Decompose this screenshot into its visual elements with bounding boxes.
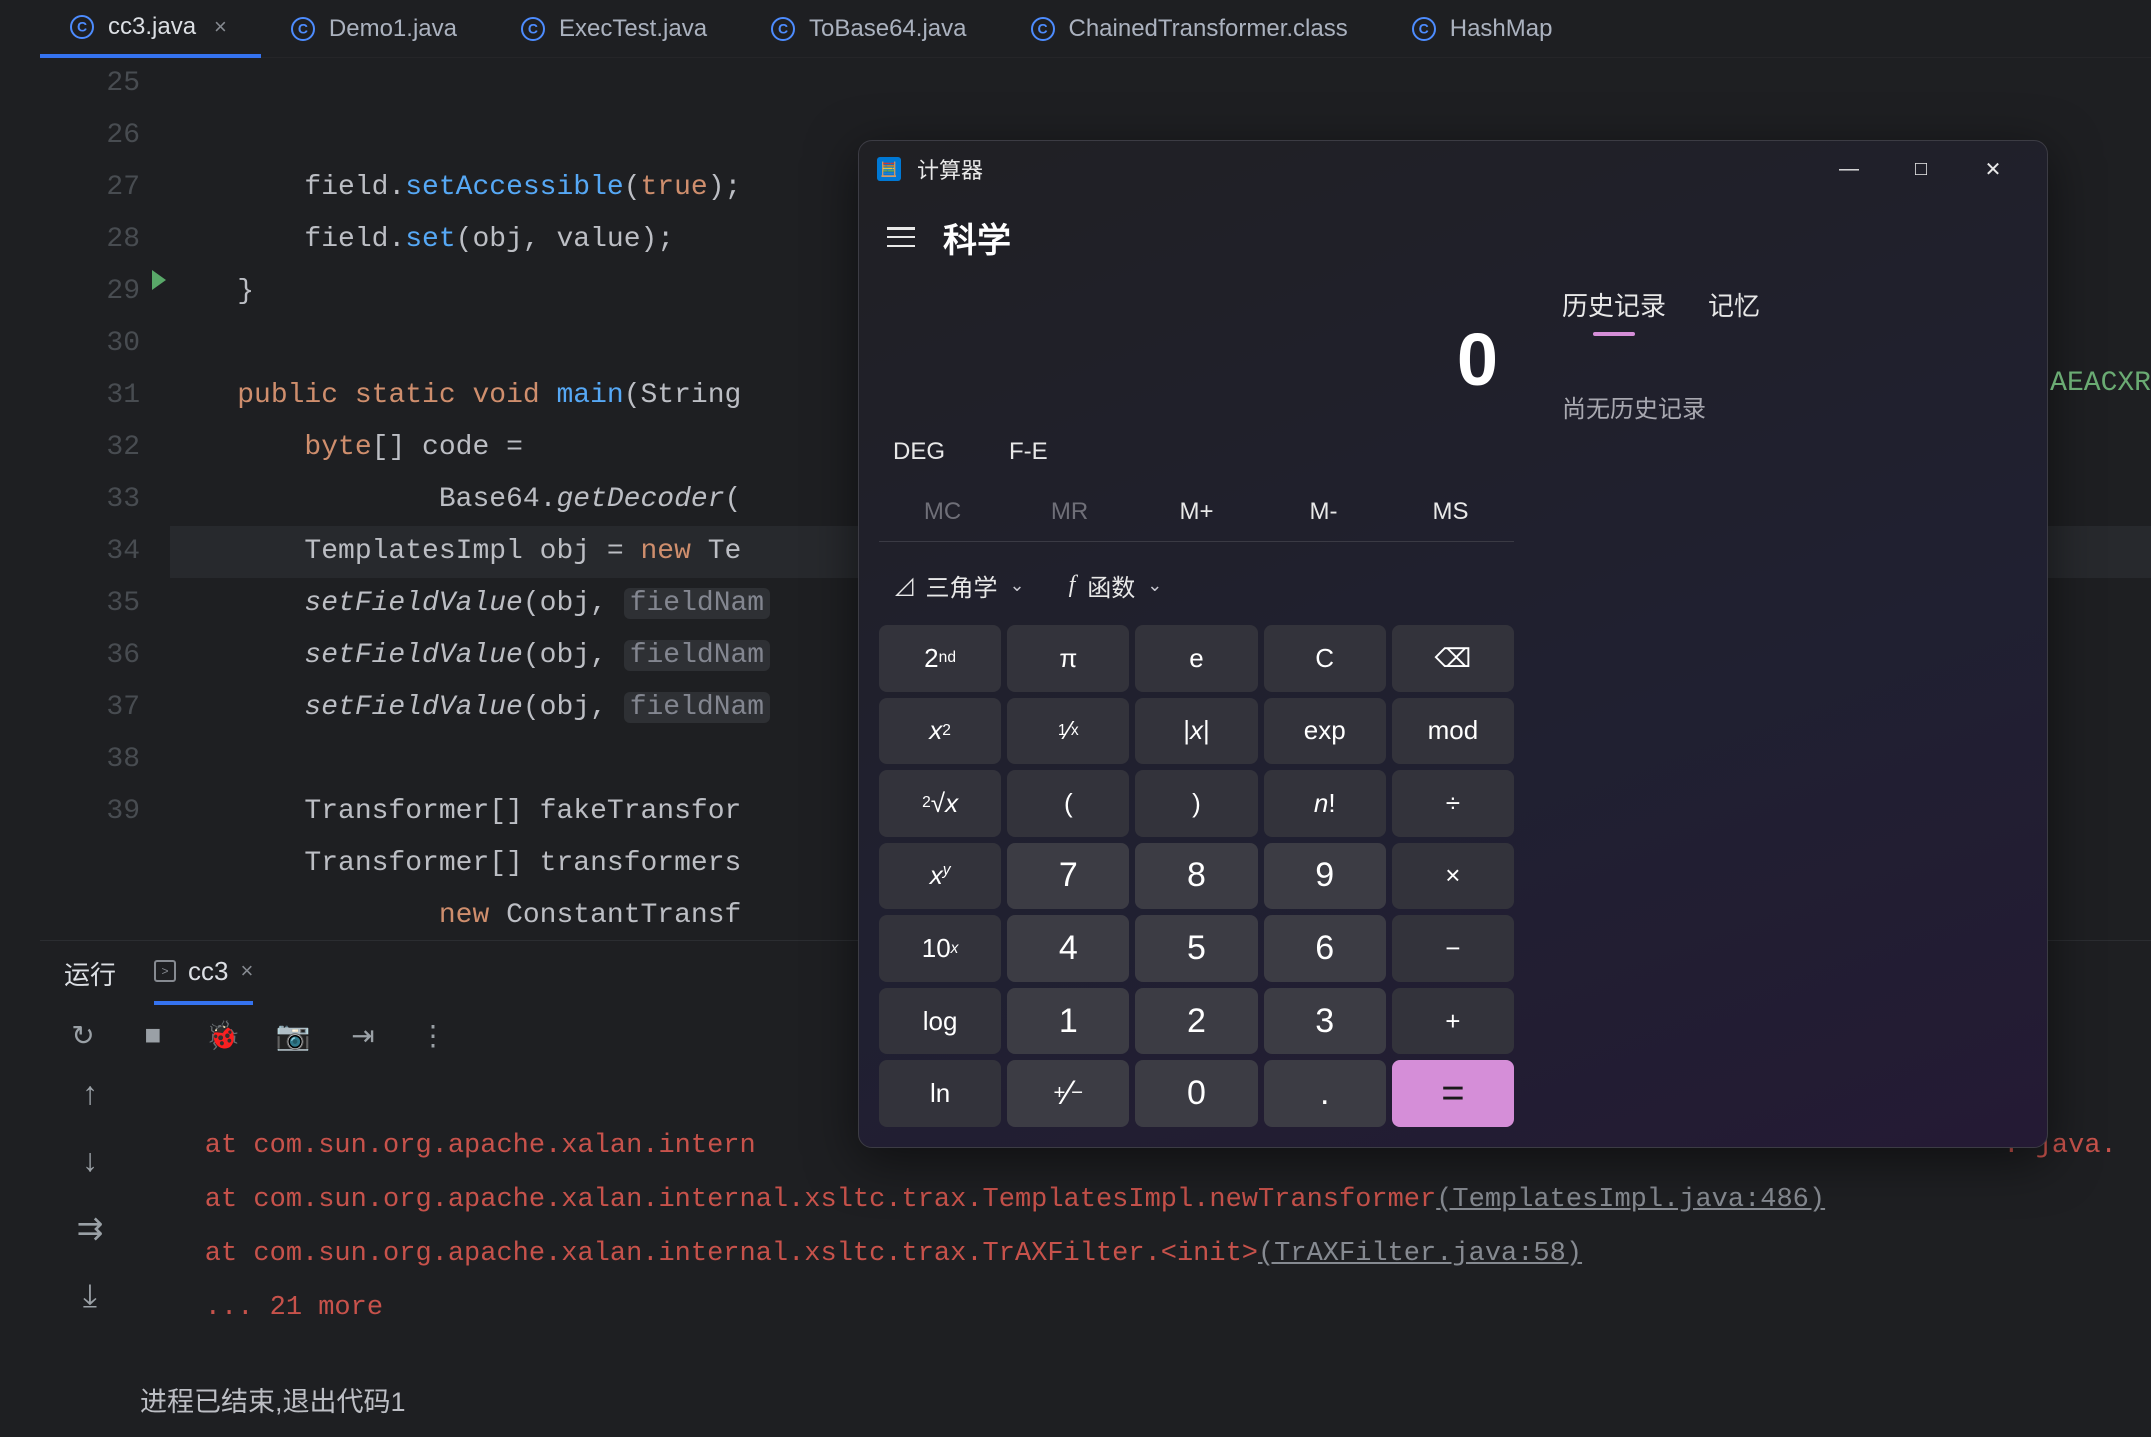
plus-button[interactable]: + bbox=[1392, 988, 1514, 1055]
code-area[interactable]: field.setAccessible(true); field.set(obj… bbox=[170, 58, 2151, 938]
tab-demo1[interactable]: Demo1.java bbox=[261, 0, 491, 58]
log-button[interactable]: log bbox=[879, 988, 1001, 1055]
close-icon[interactable]: × bbox=[240, 958, 253, 984]
scroll-bottom-icon[interactable]: ⤓ bbox=[83, 1277, 97, 1315]
code-content: field.setAccessible(true); field.set(obj… bbox=[170, 162, 2151, 942]
wrap-icon[interactable]: ⇉ bbox=[77, 1209, 104, 1247]
run-title: 运行 bbox=[64, 955, 116, 992]
digit-3[interactable]: 3 bbox=[1264, 988, 1386, 1055]
overflow-string: AEACXR bbox=[2050, 358, 2151, 410]
editor-tabs: cc3.java × Demo1.java ExecTest.java ToBa… bbox=[40, 0, 2151, 58]
tab-label: ToBase64.java bbox=[809, 15, 966, 43]
line-gutter: 25 26 27 28 29 30 31 32 33 34 35 36 37 3… bbox=[40, 58, 170, 938]
tab-label: HashMap bbox=[1450, 15, 1553, 43]
ln-button[interactable]: ln bbox=[879, 1060, 1001, 1127]
tab-label: ChainedTransformer.class bbox=[1069, 15, 1348, 43]
line-numbers: 25 26 27 28 29 30 31 32 33 34 35 36 37 3… bbox=[40, 58, 140, 838]
run-gutter-icon[interactable] bbox=[152, 270, 166, 290]
digit-0[interactable]: 0 bbox=[1135, 1060, 1257, 1127]
debug-icon[interactable]: 🐞 bbox=[208, 1020, 238, 1050]
decimal-button[interactable]: . bbox=[1264, 1060, 1386, 1127]
terminal-icon: > bbox=[154, 960, 176, 982]
java-class-icon bbox=[771, 17, 795, 41]
rerun-icon[interactable]: ↻ bbox=[68, 1020, 98, 1050]
activity-bar bbox=[0, 0, 40, 1437]
digit-2[interactable]: 2 bbox=[1135, 988, 1257, 1055]
run-tab-cc3[interactable]: > cc3 × bbox=[154, 941, 253, 1005]
equals-button[interactable]: = bbox=[1392, 1060, 1514, 1127]
tab-label: ExecTest.java bbox=[559, 15, 707, 43]
run-tab-label: cc3 bbox=[188, 956, 228, 987]
negate-button[interactable]: +⁄− bbox=[1007, 1060, 1129, 1127]
java-class-icon bbox=[70, 15, 94, 39]
stop-icon[interactable]: ■ bbox=[138, 1020, 168, 1050]
scroll-down-icon[interactable]: ↓ bbox=[82, 1142, 98, 1179]
java-class-icon bbox=[1412, 17, 1436, 41]
java-class-icon bbox=[521, 17, 545, 41]
digit-1[interactable]: 1 bbox=[1007, 988, 1129, 1055]
more-icon[interactable]: ⋮ bbox=[418, 1020, 448, 1050]
camera-icon[interactable]: 📷 bbox=[278, 1020, 308, 1050]
exit-icon[interactable]: ⇥ bbox=[348, 1020, 378, 1050]
exit-message: 进程已结束,退出代码1 bbox=[140, 1335, 2151, 1429]
tab-label: Demo1.java bbox=[329, 15, 457, 43]
java-class-icon bbox=[291, 17, 315, 41]
tab-exectest[interactable]: ExecTest.java bbox=[491, 0, 741, 58]
java-class-icon bbox=[1031, 17, 1055, 41]
tab-tobase64[interactable]: ToBase64.java bbox=[741, 0, 1000, 58]
tab-hashmap[interactable]: HashMap bbox=[1382, 0, 1587, 58]
tab-cc3[interactable]: cc3.java × bbox=[40, 0, 261, 58]
run-side-controls: ↑ ↓ ⇉ ⤓ bbox=[40, 1065, 140, 1437]
tab-chainedtransformer[interactable]: ChainedTransformer.class bbox=[1001, 0, 1382, 58]
scroll-up-icon[interactable]: ↑ bbox=[82, 1075, 98, 1112]
code-editor[interactable]: 25 26 27 28 29 30 31 32 33 34 35 36 37 3… bbox=[40, 58, 2151, 938]
ide-window: cc3.java × Demo1.java ExecTest.java ToBa… bbox=[0, 0, 2151, 1437]
close-icon[interactable]: × bbox=[214, 14, 227, 40]
tab-label: cc3.java bbox=[108, 13, 196, 41]
